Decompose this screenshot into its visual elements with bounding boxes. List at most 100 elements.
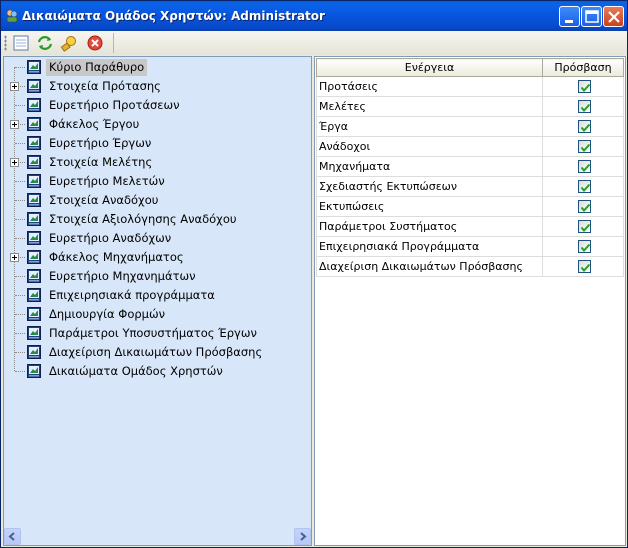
tree-item-label[interactable]: Κύριο Παράθυρο bbox=[46, 59, 148, 76]
tree-item-label[interactable]: Φάκελος Μηχανήματος bbox=[46, 249, 187, 266]
tree-item[interactable]: Ευρετήριο Αναδόχων bbox=[4, 229, 304, 248]
column-header-access[interactable]: Πρόσβαση bbox=[542, 58, 624, 77]
expand-icon[interactable] bbox=[10, 253, 19, 262]
table-row[interactable]: Παράμετροι Συστήματος bbox=[316, 216, 624, 237]
tree-item[interactable]: Ευρετήριο Μελετών bbox=[4, 172, 304, 191]
scroll-left-button[interactable] bbox=[4, 528, 21, 545]
form-icon bbox=[27, 212, 41, 226]
access-checkbox[interactable] bbox=[577, 260, 591, 273]
app-icon bbox=[5, 9, 19, 23]
form-icon bbox=[27, 136, 41, 150]
form-icon bbox=[27, 60, 41, 74]
tree-item-label[interactable]: Στοιχεία Πρότασης bbox=[46, 78, 164, 95]
table-row[interactable]: Προτάσεις bbox=[316, 76, 624, 97]
tree-item[interactable]: Παράμετροι Υποσυστήματος Έργων bbox=[4, 324, 304, 343]
action-cell[interactable]: Διαχείριση Δικαιωμάτων Πρόσβασης bbox=[316, 256, 543, 277]
tree-item-label[interactable]: Στοιχεία Αξιολόγησης Αναδόχου bbox=[46, 211, 240, 228]
tree-item-label[interactable]: Στοιχεία Αναδόχου bbox=[46, 192, 161, 209]
form-icon bbox=[27, 250, 41, 264]
tree-item-label[interactable]: Φάκελος Έργου bbox=[46, 116, 142, 133]
maximize-icon bbox=[585, 10, 599, 23]
close-window-button[interactable] bbox=[603, 6, 624, 27]
title-bar[interactable]: Δικαιώματα Ομάδος Χρηστών: Administrator bbox=[1, 1, 627, 31]
tree-item[interactable]: Κύριο Παράθυρο bbox=[4, 58, 304, 77]
tree-connector bbox=[15, 105, 25, 106]
expand-icon[interactable] bbox=[10, 120, 19, 129]
check-icon bbox=[580, 263, 590, 273]
access-checkbox[interactable] bbox=[577, 200, 591, 213]
expand-icon[interactable] bbox=[10, 82, 19, 91]
tree-item[interactable]: Στοιχεία Πρότασης bbox=[4, 77, 304, 96]
tree-item[interactable]: Φάκελος Έργου bbox=[4, 115, 304, 134]
tree-item-label[interactable]: Δημιουργία Φορμών bbox=[46, 306, 168, 323]
tree-panel[interactable]: Κύριο Παράθυρο Στοιχεία Πρότασης Ευρετήριο… bbox=[3, 56, 312, 546]
access-checkbox[interactable] bbox=[577, 160, 591, 173]
action-cell[interactable]: Έργα bbox=[316, 116, 543, 137]
check-icon bbox=[580, 243, 590, 253]
action-cell[interactable]: Επιχειρησιακά Προγράμματα bbox=[316, 236, 543, 257]
tree-item[interactable]: Επιχειρησιακά προγράμματα bbox=[4, 286, 304, 305]
table-row[interactable]: Διαχείριση Δικαιωμάτων Πρόσβασης bbox=[316, 256, 624, 277]
access-checkbox[interactable] bbox=[577, 100, 591, 113]
tree-item[interactable]: Ευρετήριο Έργων bbox=[4, 134, 304, 153]
find-button[interactable] bbox=[59, 34, 79, 52]
new-button[interactable] bbox=[11, 34, 31, 52]
scroll-right-button[interactable] bbox=[294, 528, 311, 545]
access-checkbox[interactable] bbox=[577, 240, 591, 253]
access-checkbox[interactable] bbox=[577, 120, 591, 133]
tree-item-label[interactable]: Ευρετήριο Έργων bbox=[46, 135, 154, 152]
access-checkbox[interactable] bbox=[577, 180, 591, 193]
maximize-button[interactable] bbox=[581, 6, 602, 27]
table-row[interactable]: Επιχειρησιακά Προγράμματα bbox=[316, 236, 624, 257]
tree-item[interactable]: Στοιχεία Αξιολόγησης Αναδόχου bbox=[4, 210, 304, 229]
tree-item-label[interactable]: Δικαιώματα Ομάδος Χρηστών bbox=[46, 363, 226, 380]
tree-item-label[interactable]: Διαχείριση Δικαιωμάτων Πρόσβασης bbox=[46, 344, 265, 361]
table-row[interactable]: Ανάδοχοι bbox=[316, 136, 624, 157]
tree-item-label[interactable]: Επιχειρησιακά προγράμματα bbox=[46, 287, 218, 304]
table-row[interactable]: Μηχανήματα bbox=[316, 156, 624, 177]
tree-item[interactable]: Στοιχεία Αναδόχου bbox=[4, 191, 304, 210]
tree-item[interactable]: Στοιχεία Μελέτης bbox=[4, 153, 304, 172]
tree-item-label[interactable]: Παράμετροι Υποσυστήματος Έργων bbox=[46, 325, 260, 342]
tree-item-label[interactable]: Ευρετήριο Προτάσεων bbox=[46, 97, 183, 114]
tree-item[interactable]: Διαχείριση Δικαιωμάτων Πρόσβασης bbox=[4, 343, 304, 362]
find-icon bbox=[60, 36, 76, 52]
access-cell bbox=[542, 156, 624, 177]
access-checkbox[interactable] bbox=[577, 140, 591, 153]
access-checkbox[interactable] bbox=[577, 220, 591, 233]
expand-icon[interactable] bbox=[10, 158, 19, 167]
delete-button[interactable] bbox=[85, 34, 105, 52]
horizontal-scrollbar[interactable] bbox=[4, 528, 311, 545]
column-header-action[interactable]: Ενέργεια bbox=[316, 58, 543, 77]
tree-item-label[interactable]: Ευρετήριο Μηχανημάτων bbox=[46, 268, 199, 285]
access-cell bbox=[542, 196, 624, 217]
tree-item[interactable]: Ευρετήριο Μηχανημάτων bbox=[4, 267, 304, 286]
tree-item-label[interactable]: Στοιχεία Μελέτης bbox=[46, 154, 155, 171]
action-cell[interactable]: Σχεδιαστής Εκτυπώσεων bbox=[316, 176, 543, 197]
form-icon bbox=[27, 307, 41, 321]
form-icon bbox=[27, 193, 41, 207]
tree-item-label[interactable]: Ευρετήριο Μελετών bbox=[46, 173, 168, 190]
table-row[interactable]: Μελέτες bbox=[316, 96, 624, 117]
form-icon bbox=[27, 117, 41, 131]
action-cell[interactable]: Μελέτες bbox=[316, 96, 543, 117]
minimize-button[interactable] bbox=[559, 6, 580, 27]
table-row[interactable]: Έργα bbox=[316, 116, 624, 137]
action-cell[interactable]: Προτάσεις bbox=[316, 76, 543, 97]
tree-item[interactable]: Δικαιώματα Ομάδος Χρηστών bbox=[4, 362, 304, 381]
refresh-button[interactable] bbox=[35, 34, 55, 52]
action-cell[interactable]: Μηχανήματα bbox=[316, 156, 543, 177]
access-checkbox[interactable] bbox=[577, 80, 591, 93]
tree-item[interactable]: Φάκελος Μηχανήματος bbox=[4, 248, 304, 267]
toolbar-grip[interactable] bbox=[4, 35, 7, 51]
table-row[interactable]: Σχεδιαστής Εκτυπώσεων bbox=[316, 176, 624, 197]
tree-item-label[interactable]: Ευρετήριο Αναδόχων bbox=[46, 230, 174, 247]
form-icon bbox=[27, 231, 41, 245]
action-cell[interactable]: Ανάδοχοι bbox=[316, 136, 543, 157]
toolbar bbox=[1, 31, 627, 55]
tree-item[interactable]: Ευρετήριο Προτάσεων bbox=[4, 96, 304, 115]
action-cell[interactable]: Εκτυπώσεις bbox=[316, 196, 543, 217]
tree-item[interactable]: Δημιουργία Φορμών bbox=[4, 305, 304, 324]
table-row[interactable]: Εκτυπώσεις bbox=[316, 196, 624, 217]
action-cell[interactable]: Παράμετροι Συστήματος bbox=[316, 216, 543, 237]
